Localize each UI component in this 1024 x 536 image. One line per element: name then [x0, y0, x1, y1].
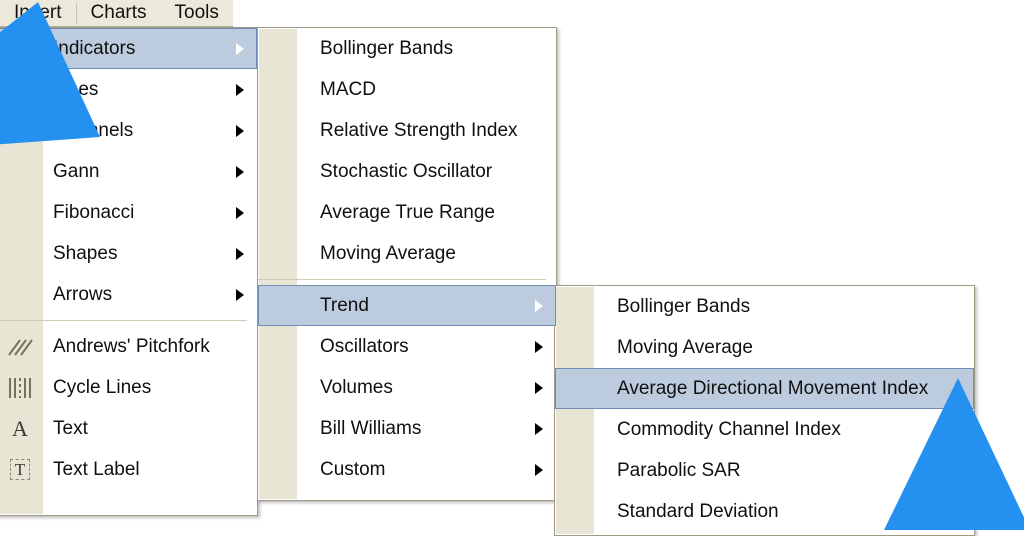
menu-item-label: MACD: [320, 78, 376, 100]
menu-item-label: Fibonacci: [53, 201, 135, 223]
insert-menu-list: Indicators Lines Channels Gann Fibonacci…: [0, 28, 257, 490]
chevron-right-icon: [236, 247, 244, 260]
menu-item-label: Moving Average: [320, 242, 456, 264]
chevron-right-icon: [236, 42, 244, 55]
menu-item-moving-average[interactable]: Moving Average: [258, 233, 556, 274]
menu-item-channels[interactable]: Channels: [0, 110, 257, 151]
chevron-right-icon: [236, 83, 244, 96]
menu-item-lines[interactable]: Lines: [0, 69, 257, 110]
text-label-icon: T: [0, 453, 44, 487]
menu-item-relative-strength-index[interactable]: Relative Strength Index: [258, 110, 556, 151]
menu-item-moving-average[interactable]: Moving Average: [555, 327, 974, 368]
chevron-right-icon: [236, 288, 244, 301]
menu-item-macd[interactable]: MACD: [258, 69, 556, 110]
cycle-lines-icon: [0, 371, 44, 405]
menu-item-label: Andrews' Pitchfork: [53, 335, 210, 357]
menu-item-label: Bollinger Bands: [617, 295, 751, 317]
menu-item-cycle-lines[interactable]: Cycle Lines: [0, 367, 257, 408]
menu-item-label: Bollinger Bands: [320, 37, 454, 59]
chevron-right-icon: [236, 206, 244, 219]
menu-item-label: Moving Average: [617, 336, 753, 358]
menu-item-indicators[interactable]: Indicators: [0, 28, 257, 69]
menu-item-parabolic-sar[interactable]: Parabolic SAR: [555, 450, 974, 491]
menu-item-label: Arrows: [53, 283, 113, 305]
trend-menu-list: Bollinger Bands Moving Average Average D…: [555, 286, 974, 532]
menu-item-label: Channels: [53, 119, 134, 141]
menu-item-bollinger-bands[interactable]: Bollinger Bands: [555, 286, 974, 327]
indicators-submenu: Bollinger Bands MACD Relative Strength I…: [257, 27, 557, 501]
menu-item-label: Gann: [53, 160, 100, 182]
chevron-right-icon: [535, 340, 543, 353]
menu-item-standard-deviation[interactable]: Standard Deviation: [555, 491, 974, 532]
menu-item-stochastic-oscillator[interactable]: Stochastic Oscillator: [258, 151, 556, 192]
indicators-menu-list: Bollinger Bands MACD Relative Strength I…: [258, 28, 556, 490]
menu-item-label: Average Directional Movement Index: [617, 377, 929, 399]
menu-item-average-true-range[interactable]: Average True Range: [258, 192, 556, 233]
menu-item-label: Lines: [53, 78, 99, 100]
menu-item-label: Indicators: [53, 37, 136, 59]
menu-item-andrews-pitchfork[interactable]: Andrews' Pitchfork: [0, 326, 257, 367]
menu-item-volumes[interactable]: Volumes: [258, 367, 556, 408]
menu-item-label: Parabolic SAR: [617, 459, 741, 481]
menu-item-label: Stochastic Oscillator: [320, 160, 493, 182]
menu-item-commodity-channel-index[interactable]: Commodity Channel Index: [555, 409, 974, 450]
insert-dropdown-menu: Indicators Lines Channels Gann Fibonacci…: [0, 27, 258, 516]
menu-item-arrows[interactable]: Arrows: [0, 274, 257, 315]
menu-item-shapes[interactable]: Shapes: [0, 233, 257, 274]
menu-item-bollinger-bands[interactable]: Bollinger Bands: [258, 28, 556, 69]
menu-item-fibonacci[interactable]: Fibonacci: [0, 192, 257, 233]
menu-item-text[interactable]: A Text: [0, 408, 257, 449]
menubar-item-charts[interactable]: Charts: [77, 0, 161, 26]
menu-item-average-directional-movement-index[interactable]: Average Directional Movement Index: [555, 368, 974, 409]
chevron-right-icon: [535, 463, 543, 476]
menu-item-label: Bill Williams: [320, 417, 422, 439]
text-a-icon: A: [12, 415, 28, 441]
andrews-pitchfork-icon: [0, 330, 44, 364]
chevron-right-icon: [236, 124, 244, 137]
menu-separator: [0, 320, 247, 321]
menu-item-bill-williams[interactable]: Bill Williams: [258, 408, 556, 449]
menu-item-label: Custom: [320, 458, 386, 480]
menu-bar: Insert Charts Tools: [0, 0, 233, 27]
menubar-item-tools[interactable]: Tools: [161, 0, 233, 26]
menu-item-label: Oscillators: [320, 335, 409, 357]
chevron-right-icon: [535, 381, 543, 394]
menu-item-label: Relative Strength Index: [320, 119, 518, 141]
chevron-right-icon: [535, 422, 543, 435]
menu-item-label: Commodity Channel Index: [617, 418, 841, 440]
menu-item-label: Average True Range: [320, 201, 495, 223]
menu-separator: [258, 279, 546, 280]
trend-submenu: Bollinger Bands Moving Average Average D…: [554, 285, 975, 536]
menu-item-trend[interactable]: Trend: [258, 285, 556, 326]
menu-item-label: Text: [53, 417, 88, 439]
menu-item-label: Text Label: [53, 458, 140, 480]
menu-item-gann[interactable]: Gann: [0, 151, 257, 192]
menu-item-label: Trend: [320, 294, 369, 316]
menu-item-label: Shapes: [53, 242, 118, 264]
menu-item-label: Cycle Lines: [53, 376, 152, 398]
menu-item-text-label[interactable]: T Text Label: [0, 449, 257, 490]
menu-item-custom[interactable]: Custom: [258, 449, 556, 490]
menu-item-label: Standard Deviation: [617, 500, 779, 522]
menubar-item-insert[interactable]: Insert: [0, 0, 76, 26]
chevron-right-icon: [236, 165, 244, 178]
chevron-right-icon: [535, 299, 543, 312]
menu-item-oscillators[interactable]: Oscillators: [258, 326, 556, 367]
menu-item-label: Volumes: [320, 376, 393, 398]
